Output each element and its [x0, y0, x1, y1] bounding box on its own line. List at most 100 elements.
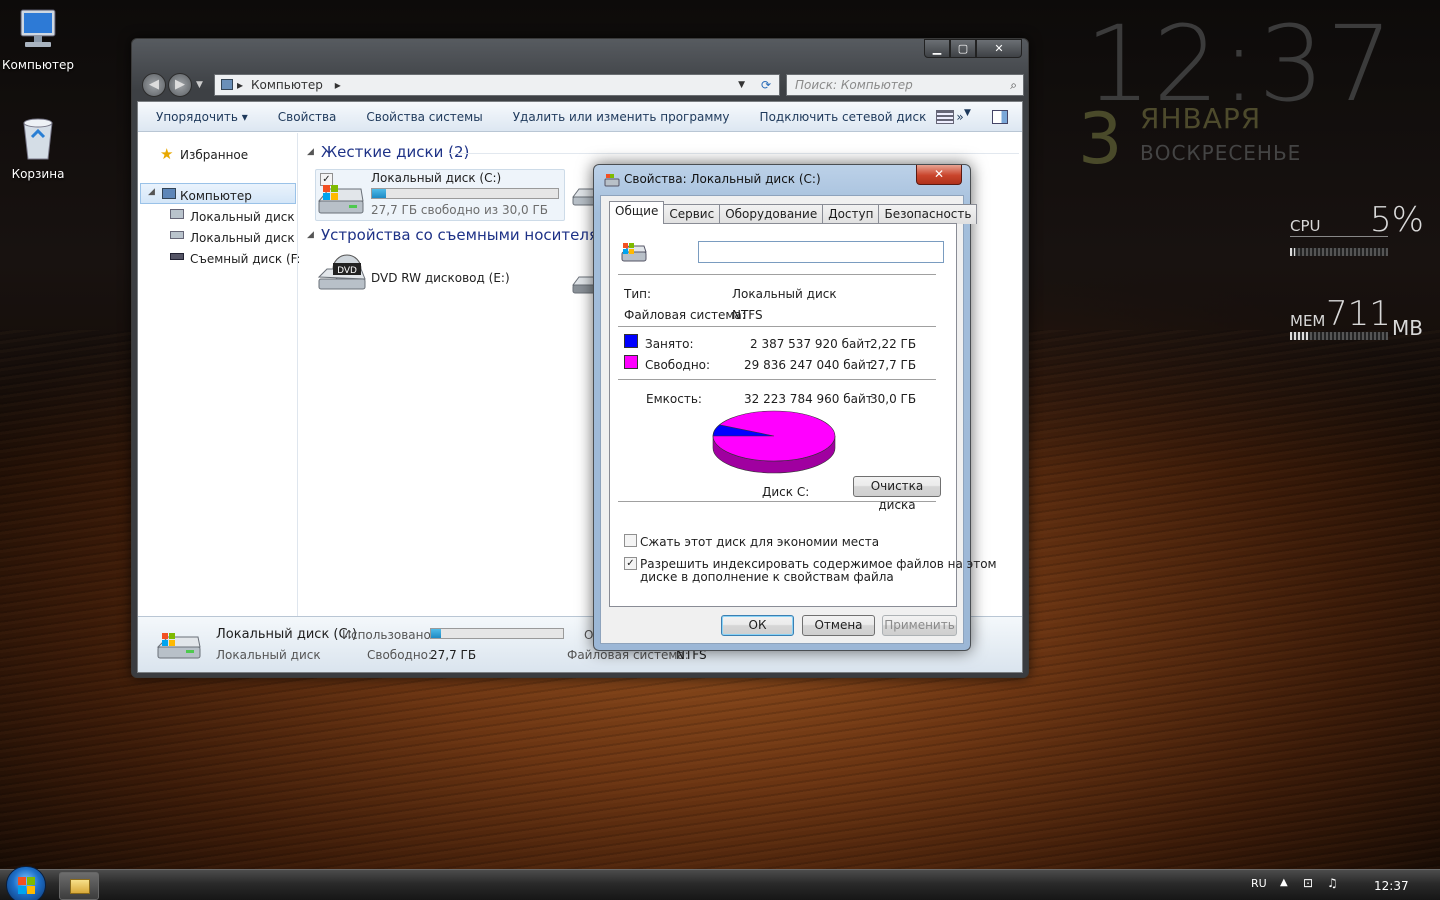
caption-buttons: ▁ ▢ ✕ [924, 39, 1022, 58]
index-label-line2[interactable]: диске в дополнение к свойствам файла [640, 570, 894, 584]
index-label-line1[interactable]: Разрешить индексировать содержимое файло… [640, 557, 997, 571]
search-placeholder: Поиск: Компьютер [795, 78, 913, 92]
taskbar-clock[interactable]: 12:37 [1374, 879, 1409, 893]
nav-computer[interactable]: Компьютер [180, 189, 252, 203]
hard-drive-windows-icon [317, 185, 364, 214]
tab-general[interactable]: Общие [609, 201, 665, 224]
dialog-close-button[interactable]: ✕ [916, 165, 962, 185]
mem-label: MEM [1290, 312, 1326, 330]
more-commands-button[interactable]: » [956, 110, 963, 124]
back-button[interactable]: ◀ [142, 73, 166, 97]
used-bytes: 2 387 537 920 байт [750, 337, 872, 351]
free-bytes: 29 836 247 040 байт [744, 358, 873, 372]
details-name: Локальный диск (C:) [216, 627, 358, 642]
uninstall-program-button[interactable]: Удалить или изменить программу [513, 110, 730, 124]
network-icon[interactable]: ⊡ [1303, 876, 1313, 890]
mem-unit: MB [1392, 316, 1423, 340]
tab-hardware[interactable]: Оборудование [719, 204, 824, 224]
drive-c-free: 27,7 ГБ свободно из 30,0 ГБ [371, 203, 549, 217]
drive-c-icon [170, 209, 184, 219]
refresh-icon[interactable]: ⟳ [761, 75, 771, 95]
collapse-arrow-icon[interactable]: ◢ [307, 230, 314, 240]
search-input[interactable]: Поиск: Компьютер ⌕ [786, 74, 1024, 96]
cancel-button[interactable]: Отмена [802, 615, 875, 636]
apply-button[interactable]: Применить [882, 615, 957, 636]
dialog-title: Свойства: Локальный диск (C:) [624, 172, 821, 186]
drive-c-name: Локальный диск (C:) [371, 171, 502, 185]
computer-small-icon [221, 79, 233, 90]
compress-label[interactable]: Сжать этот диск для экономии места [640, 535, 879, 549]
fs-value: NTFS [732, 308, 763, 322]
calendar-weekday: ВОСКРЕСЕНЬЕ [1140, 141, 1302, 165]
dvd-drive-name[interactable]: DVD RW дисковод (E:) [371, 271, 510, 285]
collapse-arrow-icon[interactable]: ◢ [307, 147, 314, 157]
fs-label: Файловая система: [624, 308, 746, 322]
properties-dialog: Свойства: Локальный диск (C:) ✕ Общие Се… [593, 164, 997, 651]
forward-button[interactable]: ▶ [168, 73, 192, 97]
tab-sharing[interactable]: Доступ [822, 204, 880, 224]
map-network-drive-button[interactable]: Подключить сетевой диск [760, 110, 927, 124]
free-gb: 27,7 ГБ [870, 358, 917, 372]
tab-tools[interactable]: Сервис [663, 204, 721, 224]
group-hard-disks[interactable]: Жесткие диски (2) [321, 143, 469, 161]
nav-drive-f[interactable]: Съемный диск (F:) [190, 252, 305, 266]
desktop-icon-recycle-bin[interactable]: Корзина [0, 115, 76, 181]
windows-logo-icon [18, 877, 35, 894]
capacity-label: Емкость: [646, 392, 702, 406]
memory-meter-gadget: MEM 711 MB [1288, 294, 1423, 344]
free-label: Свободно: [645, 358, 711, 372]
calendar-month: ЯНВАРЯ [1140, 102, 1262, 135]
ok-button[interactable]: ОК [721, 615, 794, 636]
address-dropdown-icon[interactable]: ▼ [738, 75, 745, 95]
favorites-star-icon: ★ [160, 145, 174, 163]
preview-pane-icon[interactable] [992, 110, 1008, 124]
nav-drive-c[interactable]: Локальный диск (C [190, 210, 296, 224]
maximize-button[interactable]: ▢ [950, 39, 976, 58]
computer-small-icon [162, 188, 176, 199]
separator [618, 274, 936, 275]
address-bar[interactable]: ▸ Компьютер ▸ ▼ ⟳ [214, 74, 780, 96]
breadcrumb-chevron-icon[interactable]: ▸ [237, 75, 243, 95]
folder-icon [70, 879, 90, 894]
disk-label: Диск C: [762, 485, 810, 499]
mem-bar [1290, 332, 1388, 340]
desktop-icon-computer[interactable]: Компьютер [0, 8, 76, 72]
used-label: Занято: [645, 337, 694, 351]
nav-favorites[interactable]: Избранное [180, 148, 248, 162]
compress-checkbox[interactable] [624, 534, 637, 547]
search-icon[interactable]: ⌕ [1010, 75, 1017, 95]
system-properties-button[interactable]: Свойства системы [366, 110, 482, 124]
index-checkbox[interactable]: ✓ [624, 557, 637, 570]
type-label: Тип: [624, 287, 652, 301]
recent-pages-chevron-icon[interactable]: ▼ [196, 80, 203, 90]
start-button[interactable] [6, 866, 46, 900]
language-indicator[interactable]: RU [1251, 877, 1267, 890]
show-hidden-icons[interactable]: ▲ [1280, 877, 1288, 888]
tab-security[interactable]: Безопасность [878, 204, 978, 224]
expand-arrow-icon[interactable]: ◢ [148, 187, 155, 197]
desktop-icon-label: Компьютер [2, 58, 74, 72]
organize-button[interactable]: Упорядочить ▾ [156, 110, 248, 124]
minimize-button[interactable]: ▁ [924, 39, 950, 58]
view-dropdown-icon[interactable]: ▼ [964, 108, 971, 118]
drive-title-icon [604, 174, 620, 187]
separator [618, 379, 936, 380]
details-free-label: Свободно: [367, 648, 433, 662]
nav-drive-d[interactable]: Локальный диск (D [190, 231, 296, 245]
free-space-swatch [624, 355, 638, 369]
navigation-pane: ★ Избранное ◢ Компьютер Локальный диск (… [138, 133, 305, 616]
address-text: Компьютер [251, 78, 323, 92]
close-button[interactable]: ✕ [976, 39, 1022, 58]
volume-icon[interactable]: ♫ [1327, 876, 1338, 890]
type-value: Локальный диск [732, 287, 837, 301]
capacity-gb: 30,0 ГБ [870, 392, 917, 406]
cpu-bar [1290, 248, 1388, 256]
group-removable[interactable]: Устройства со съемными носителями ( [321, 226, 630, 244]
breadcrumb-chevron-icon[interactable]: ▸ [335, 78, 341, 92]
change-view-icon[interactable] [936, 110, 954, 124]
tab-strip: Общие Сервис Оборудование Доступ Безопас… [609, 201, 978, 224]
taskbar-explorer-button[interactable] [59, 872, 99, 900]
volume-label-input[interactable] [698, 241, 944, 263]
properties-button[interactable]: Свойства [278, 110, 337, 124]
disk-cleanup-button[interactable]: Очистка диска [853, 476, 941, 512]
